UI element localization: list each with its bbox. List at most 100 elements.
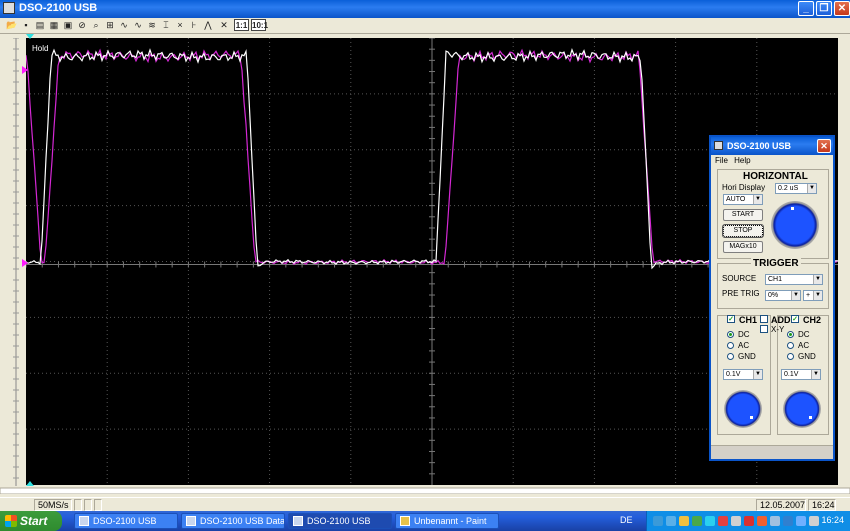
grid-icon[interactable]: ⊞: [104, 19, 116, 31]
knob-indicator: [750, 416, 753, 419]
zoom-icon[interactable]: ⌕: [90, 19, 102, 31]
cursor-icon[interactable]: ⌶: [160, 19, 172, 31]
start-acquire-button[interactable]: START: [723, 209, 763, 221]
language-indicator[interactable]: DE: [620, 515, 633, 525]
app-icon: [3, 2, 15, 14]
ch1-volts-knob[interactable]: [724, 390, 762, 428]
ch2-checkbox[interactable]: ✓: [791, 315, 799, 323]
tray-icon[interactable]: [692, 516, 702, 526]
panel-menubar: File Help: [711, 155, 833, 167]
delete-icon[interactable]: ✕: [218, 19, 230, 31]
ch2-volts-value: 0.1V: [784, 371, 799, 378]
hori-display-select[interactable]: AUTO ▼: [723, 194, 763, 205]
paint-icon: [400, 516, 410, 526]
panel-title-bar: DSO-2100 USB: [711, 137, 833, 155]
menu-help[interactable]: Help: [734, 156, 750, 165]
task-label: Unbenannt - Paint: [414, 516, 487, 526]
wave-icon[interactable]: ∿: [118, 19, 130, 31]
app-icon: [186, 516, 196, 526]
chevron-down-icon: ▼: [813, 291, 822, 300]
hori-display-label: Hori Display: [722, 183, 766, 192]
chevron-down-icon: ▼: [753, 195, 762, 204]
pretrig-select[interactable]: 0% ▼: [765, 290, 801, 301]
trigger-header: TRIGGER: [751, 258, 801, 269]
panel-title: DSO-2100 USB: [727, 141, 792, 151]
timebase-select[interactable]: 0.2 uS ▼: [775, 183, 817, 194]
chevron-down-icon: ▼: [791, 291, 800, 300]
mag-x10-button[interactable]: MAGx10: [723, 241, 763, 253]
start-button[interactable]: Start: [0, 511, 62, 531]
measure-icon[interactable]: ⊦: [188, 19, 200, 31]
task-label: DSO-2100 USB: [93, 516, 157, 526]
edge-icon[interactable]: ⋀: [202, 19, 214, 31]
tray-icon[interactable]: [653, 516, 663, 526]
toolbar: 📂 ▪ ▤ ▦ ▣ ⊘ ⌕ ⊞ ∿ ∿ ≋ ⌶ × ⊦ ⋀ ✕ 1:1 10:1: [0, 18, 850, 34]
trigger-source-select[interactable]: CH1 ▼: [765, 274, 823, 285]
status-cell: [94, 499, 102, 511]
trigger-source-value: CH1: [768, 276, 783, 283]
trigger-slope-value: +: [806, 292, 811, 299]
taskbar: Start DSO-2100 USB DSO-2100 USB Data DSO…: [0, 511, 850, 531]
ch2-volts-knob[interactable]: [783, 390, 821, 428]
ch2-ac-radio[interactable]: [787, 342, 794, 349]
wave-alt-icon[interactable]: ∿: [132, 19, 144, 31]
ch1-label: CH1: [739, 315, 758, 325]
tray-icon[interactable]: [666, 516, 676, 526]
tray-icon[interactable]: [744, 516, 754, 526]
task-dso-active[interactable]: DSO-2100 USB: [288, 513, 392, 529]
tray-icon[interactable]: [679, 516, 689, 526]
tray-icon[interactable]: [783, 516, 793, 526]
stop-sign-icon[interactable]: ⊘: [76, 19, 88, 31]
print-icon[interactable]: ▤: [34, 19, 46, 31]
task-label: DSO-2100 USB: [307, 516, 371, 526]
ch2-ac-label: AC: [798, 341, 810, 350]
chevron-down-icon: ▼: [813, 275, 822, 284]
math-icon[interactable]: ≋: [146, 19, 158, 31]
ch1-volts-value: 0.1V: [726, 371, 741, 378]
menu-file[interactable]: File: [715, 156, 728, 165]
close-button[interactable]: ✕: [834, 1, 850, 16]
status-cell: [84, 499, 92, 511]
add-checkbox[interactable]: [760, 315, 768, 323]
save-icon[interactable]: ▪: [20, 19, 32, 31]
tray-icon[interactable]: [731, 516, 741, 526]
ch2-dc-radio[interactable]: [787, 331, 794, 338]
title-bar: DSO-2100 USB _ ❐ ✕: [0, 0, 850, 18]
tray-icon[interactable]: [705, 516, 715, 526]
stop-acquire-button[interactable]: STOP: [722, 224, 764, 238]
add-label: ADD: [771, 315, 791, 325]
timebase-knob[interactable]: [771, 201, 819, 249]
app-icon: [79, 516, 89, 526]
minimize-button[interactable]: _: [798, 1, 814, 16]
ch2-volts-select[interactable]: 0.1V ▼: [781, 369, 821, 380]
trigger-group: [717, 263, 829, 309]
chevron-down-icon: ▼: [807, 184, 816, 193]
export-icon[interactable]: ▦: [48, 19, 60, 31]
task-dso-data[interactable]: DSO-2100 USB Data: [181, 513, 285, 529]
panel-close-button[interactable]: ✕: [817, 139, 831, 153]
xy-checkbox[interactable]: [760, 325, 768, 333]
task-dso-main[interactable]: DSO-2100 USB: [74, 513, 178, 529]
ch2-gnd-radio[interactable]: [787, 353, 794, 360]
task-paint[interactable]: Unbenannt - Paint: [395, 513, 499, 529]
ch1-checkbox[interactable]: ✓: [727, 315, 735, 323]
trigger-slope-select[interactable]: + ▼: [803, 290, 823, 301]
restore-button[interactable]: ❐: [816, 1, 832, 16]
horizontal-header: HORIZONTAL: [743, 171, 808, 182]
marker-icon[interactable]: ×: [174, 19, 186, 31]
tray-icon[interactable]: [718, 516, 728, 526]
open-icon[interactable]: 📂: [6, 19, 18, 31]
ch1-ac-radio[interactable]: [727, 342, 734, 349]
tray-icon[interactable]: [796, 516, 806, 526]
ch1-volts-select[interactable]: 0.1V ▼: [723, 369, 763, 380]
chevron-down-icon: ▼: [811, 370, 820, 379]
ratio-1-1-button[interactable]: 1:1: [234, 19, 249, 31]
status-time: 16:24: [808, 499, 836, 511]
ch1-gnd-radio[interactable]: [727, 353, 734, 360]
tray-icon[interactable]: [809, 516, 819, 526]
settings-icon[interactable]: ▣: [62, 19, 74, 31]
ratio-10-1-button[interactable]: 10:1: [251, 19, 268, 31]
ch1-dc-radio[interactable]: [727, 331, 734, 338]
tray-icon[interactable]: [770, 516, 780, 526]
tray-icon[interactable]: [757, 516, 767, 526]
